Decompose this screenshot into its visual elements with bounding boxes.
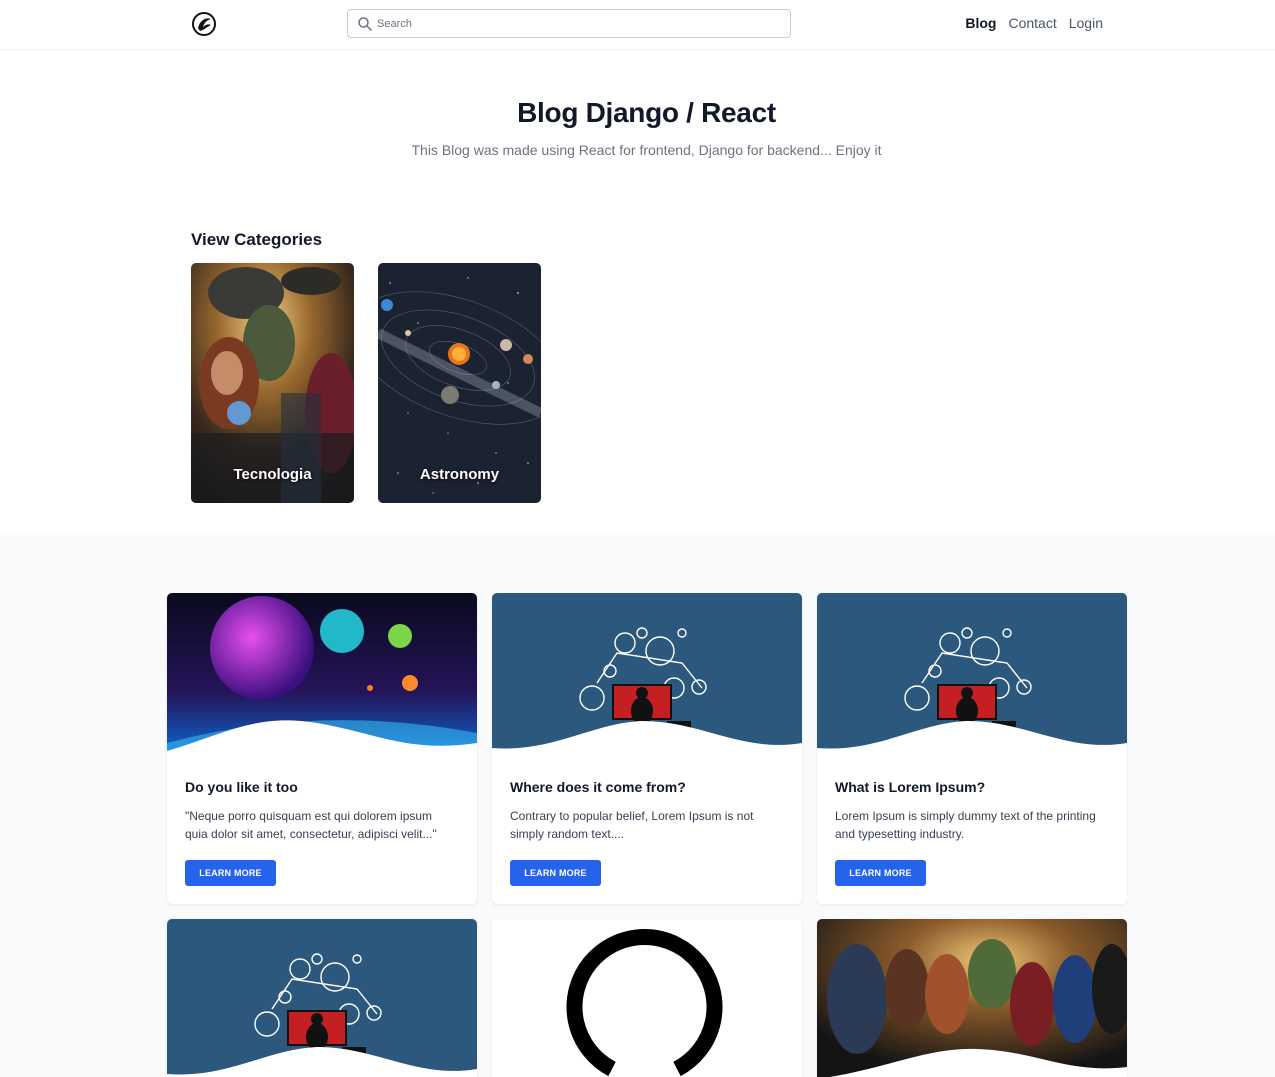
category-card-tecnologia[interactable]: Tecnologia: [191, 263, 354, 503]
post-card: Do you like it too "Neque porro quisquam…: [167, 593, 477, 904]
post-excerpt: Contrary to popular belief, Lorem Ipsum …: [510, 809, 754, 841]
category-label: Astronomy: [419, 466, 500, 483]
page-title: Blog Django / React: [517, 97, 776, 128]
post-card: [492, 919, 802, 1077]
post-thumbnail-space: [167, 593, 477, 758]
post-card: Where does it come from? Contrary to pop…: [492, 593, 802, 904]
post-excerpt: Lorem Ipsum is simply dummy text of the …: [835, 809, 1096, 841]
search-icon: [358, 17, 372, 31]
page-subtitle: This Blog was made using React for front…: [411, 142, 882, 158]
learn-more-button[interactable]: LEARN MORE: [185, 860, 276, 886]
post-card: What is Lorem Ipsum? Lorem Ipsum is simp…: [817, 593, 1127, 904]
post-thumbnail-ring: [492, 919, 802, 1077]
nav-link-contact[interactable]: Contact: [1008, 15, 1056, 31]
learn-more-button[interactable]: LEARN MORE: [510, 860, 601, 886]
post-thumbnail-gears: [167, 919, 477, 1077]
top-navbar: Blog Contact Login: [0, 0, 1275, 50]
post-excerpt: "Neque porro quisquam est qui dolorem ip…: [185, 809, 437, 841]
post-card: [817, 919, 1127, 1077]
search-input[interactable]: [377, 13, 782, 34]
category-label: Tecnologia: [233, 466, 312, 483]
category-card-astronomy[interactable]: Astronomy: [378, 263, 541, 503]
site-logo-icon[interactable]: [191, 11, 217, 37]
search-box[interactable]: [347, 9, 791, 38]
post-thumbnail-heroes: [817, 919, 1127, 1077]
post-thumbnail-gears: [492, 593, 802, 758]
nav-links: Blog Contact Login: [965, 15, 1103, 31]
post-title[interactable]: What is Lorem Ipsum?: [835, 779, 985, 795]
post-thumbnail-gears: [817, 593, 1127, 758]
post-title[interactable]: Do you like it too: [185, 779, 298, 795]
learn-more-button[interactable]: LEARN MORE: [835, 860, 926, 886]
categories-heading: View Categories: [191, 230, 323, 249]
post-card: [167, 919, 477, 1077]
post-title[interactable]: Where does it come from?: [510, 779, 686, 795]
nav-link-blog[interactable]: Blog: [965, 15, 996, 31]
nav-link-login[interactable]: Login: [1069, 15, 1103, 31]
